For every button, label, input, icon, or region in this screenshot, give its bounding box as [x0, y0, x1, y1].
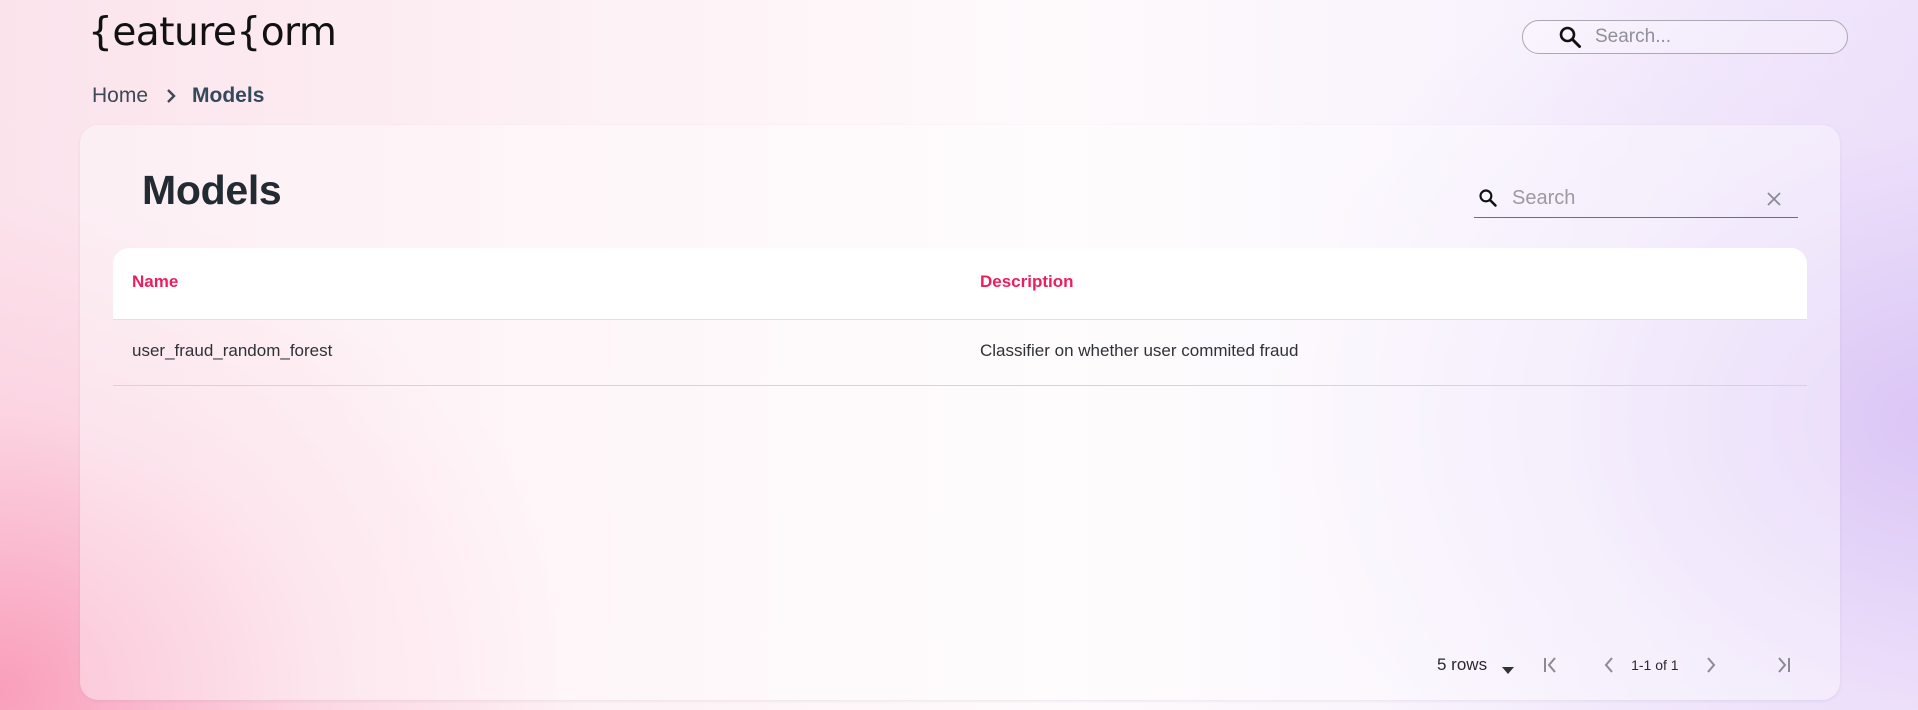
table-row[interactable]: user_fraud_random_forest Classifier on w…: [113, 320, 1807, 386]
pagination: 5 rows 1-1 of 1: [1437, 650, 1795, 680]
breadcrumb-current: Models: [192, 84, 265, 107]
rows-per-page-select[interactable]: 5 rows: [1437, 655, 1515, 675]
table-search-input[interactable]: [1510, 185, 1754, 211]
caret-down-icon: [1501, 660, 1515, 674]
column-header-description[interactable]: Description: [980, 272, 1074, 292]
table-header: Name Description: [113, 248, 1807, 320]
page-title: Models: [142, 167, 282, 213]
chevron-right-icon[interactable]: [1699, 653, 1723, 677]
models-table: Name Description user_fraud_random_fores…: [113, 248, 1807, 386]
chevron-left-icon[interactable]: [1597, 653, 1621, 677]
models-card: Models Name Description user_fraud_rando…: [80, 125, 1840, 700]
search-icon: [1476, 186, 1500, 210]
column-header-name[interactable]: Name: [132, 272, 178, 292]
page-range: 1-1 of 1: [1631, 657, 1679, 673]
breadcrumb-home-link[interactable]: Home: [92, 84, 148, 108]
search-icon: [1557, 24, 1583, 50]
model-name-cell[interactable]: user_fraud_random_forest: [132, 341, 332, 361]
breadcrumb: Home Models: [92, 84, 264, 108]
close-icon[interactable]: [1766, 191, 1782, 207]
model-description-cell: Classifier on whether user commited frau…: [980, 341, 1299, 360]
global-search-input[interactable]: [1593, 25, 1827, 49]
global-search-box[interactable]: [1522, 20, 1848, 54]
first-page-icon[interactable]: [1539, 653, 1563, 677]
rows-per-page-value: 5 rows: [1437, 655, 1488, 674]
last-page-icon[interactable]: [1771, 653, 1795, 677]
table-search-box[interactable]: [1474, 179, 1798, 218]
logo[interactable]: {eature{orm: [88, 10, 337, 55]
chevron-right-icon: [162, 87, 180, 105]
